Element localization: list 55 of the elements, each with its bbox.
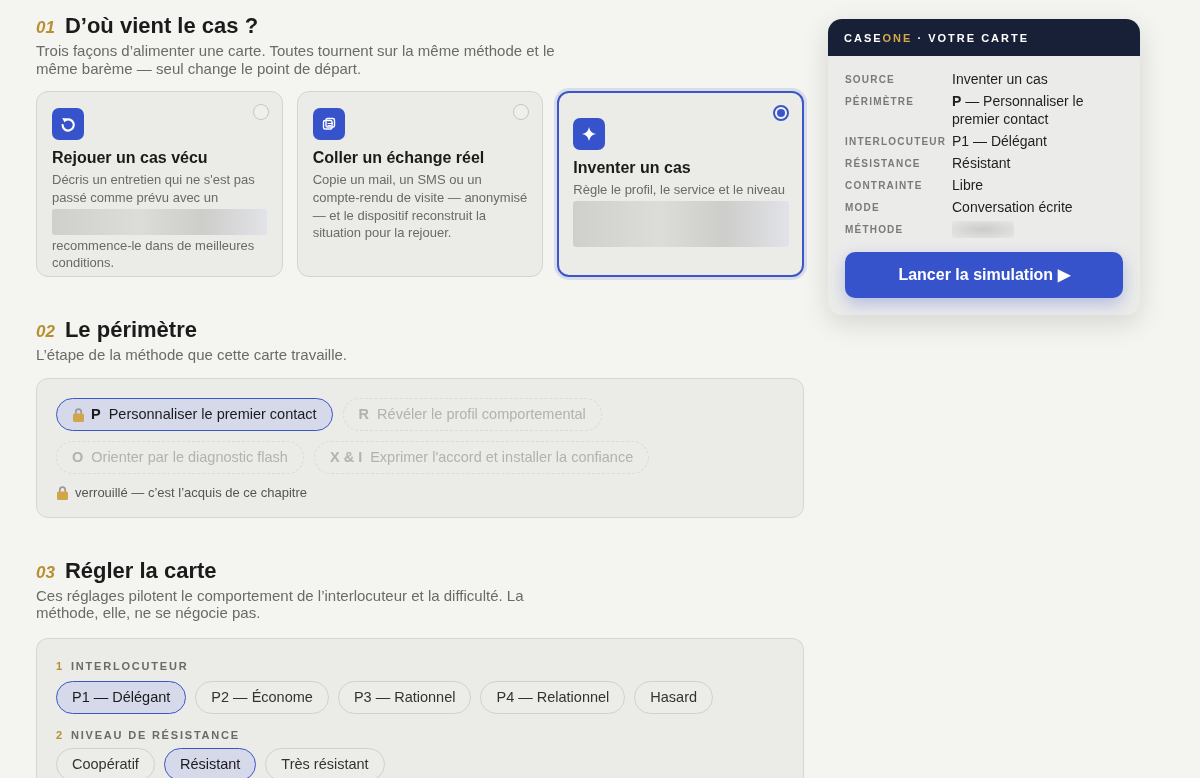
radio-button[interactable] <box>513 104 530 120</box>
summary-label: RÉSISTANCE <box>845 156 922 169</box>
option-chip[interactable]: Hasard <box>634 680 714 714</box>
section-title: Le périmètre <box>64 317 197 343</box>
source-card[interactable]: Inventer un cas Règle le profil, le service et le niveau <box>557 91 804 277</box>
summary-label: CONTRAINTE <box>845 178 924 191</box>
radio-button[interactable] <box>773 105 789 121</box>
source-card[interactable]: Rejouer un cas vécu Décris un entretien qui ne s'est pas passé comme prévu avec un recommence-le dans de meilleures conditions. <box>36 91 283 277</box>
summary-value: Libre <box>952 176 985 194</box>
summary-value: P1 — Délégant <box>952 132 1048 150</box>
summary-title: CASEONE · VOTRE CARTE <box>844 32 1030 44</box>
option-chip[interactable]: P3 — Rationnel <box>337 680 472 714</box>
card-description: Règle le profil, le service et le niveau <box>573 181 787 199</box>
source-card[interactable]: Coller un échange réel Copie un mail, un SMS ou un compte-rendu de visite — anonymisé — et le dispositif reconstruit la situation pour la rejouer. <box>296 91 544 277</box>
summary-label: INTERLOCUTEUR <box>845 134 948 147</box>
option-chip[interactable]: Très résistant <box>265 747 385 778</box>
option-chip[interactable]: P4 — Relationnel <box>480 680 626 714</box>
summary-label: MÉTHODE <box>845 222 905 235</box>
section-title: D’où vient le cas ? <box>64 13 259 39</box>
summary-label: PÉRIMÈTRE <box>845 94 916 107</box>
section-number: 03 <box>36 562 55 583</box>
padlock-icon <box>56 484 69 500</box>
option-chip[interactable]: P2 — Économe <box>195 680 329 714</box>
section-title: Régler la carte <box>64 557 217 584</box>
step-number: 1 <box>56 658 64 673</box>
summary-label: MODE <box>845 200 881 213</box>
option-chip[interactable]: Coopératif <box>56 747 155 778</box>
summary-value: Résistant <box>952 154 1012 172</box>
section-number: 02 <box>36 322 55 342</box>
section-number: 01 <box>36 18 55 38</box>
stacked-squares-icon <box>312 108 345 140</box>
card-title: Rejouer un cas vécu <box>52 149 209 167</box>
section-description: Ces réglages pilotent le comportement de l’interlocuteur et la difficulté. La méthode, elle, ne se négocie pas. <box>36 586 525 622</box>
summary-value: P — Personnaliser le premier contact <box>952 93 1085 128</box>
launch-simulation-button[interactable]: Lancer la simulation ▶ <box>845 251 1123 298</box>
summary-label: SOURCE <box>845 73 896 85</box>
section-description: L’étape de la méthode que cette carte travaille. <box>36 346 349 364</box>
step-number: 2 <box>56 727 64 742</box>
card-description: Décris un entretien qui ne s'est pas passé comme prévu avec un <box>52 171 256 207</box>
option-chip[interactable]: Résistant <box>163 747 257 778</box>
option-chip[interactable]: P1 — Délégant <box>56 680 187 714</box>
radio-button[interactable] <box>252 104 269 120</box>
card-description: recommence-le dans de meilleures conditions. <box>52 236 256 273</box>
step-chip[interactable]: P Personnaliser le premier contact <box>56 397 333 431</box>
section-description: Trois façons d’alimenter une carte. Toutes tournent sur la même méthode et le même barème — seul change le point de départ. <box>36 42 556 77</box>
legend-text: verrouillé — c’est l’acquis de ce chapitre <box>75 484 307 500</box>
summary-value: Conversation écrite <box>952 198 1074 216</box>
group-label: INTERLOCUTEUR <box>70 658 189 673</box>
summary-value: Inventer un cas <box>952 71 1049 89</box>
group-label: NIVEAU DE RÉSISTANCE <box>70 727 240 742</box>
card-description: Copie un mail, un SMS ou un compte-rendu de visite — anonymisé — et le dispositif reconstruit la situation pour la rejouer. <box>312 171 528 243</box>
blurred-block <box>952 220 1014 238</box>
card-title: Inventer un cas <box>573 159 692 177</box>
card-title: Coller un échange réel <box>312 149 486 167</box>
sparkle-icon <box>573 118 606 150</box>
